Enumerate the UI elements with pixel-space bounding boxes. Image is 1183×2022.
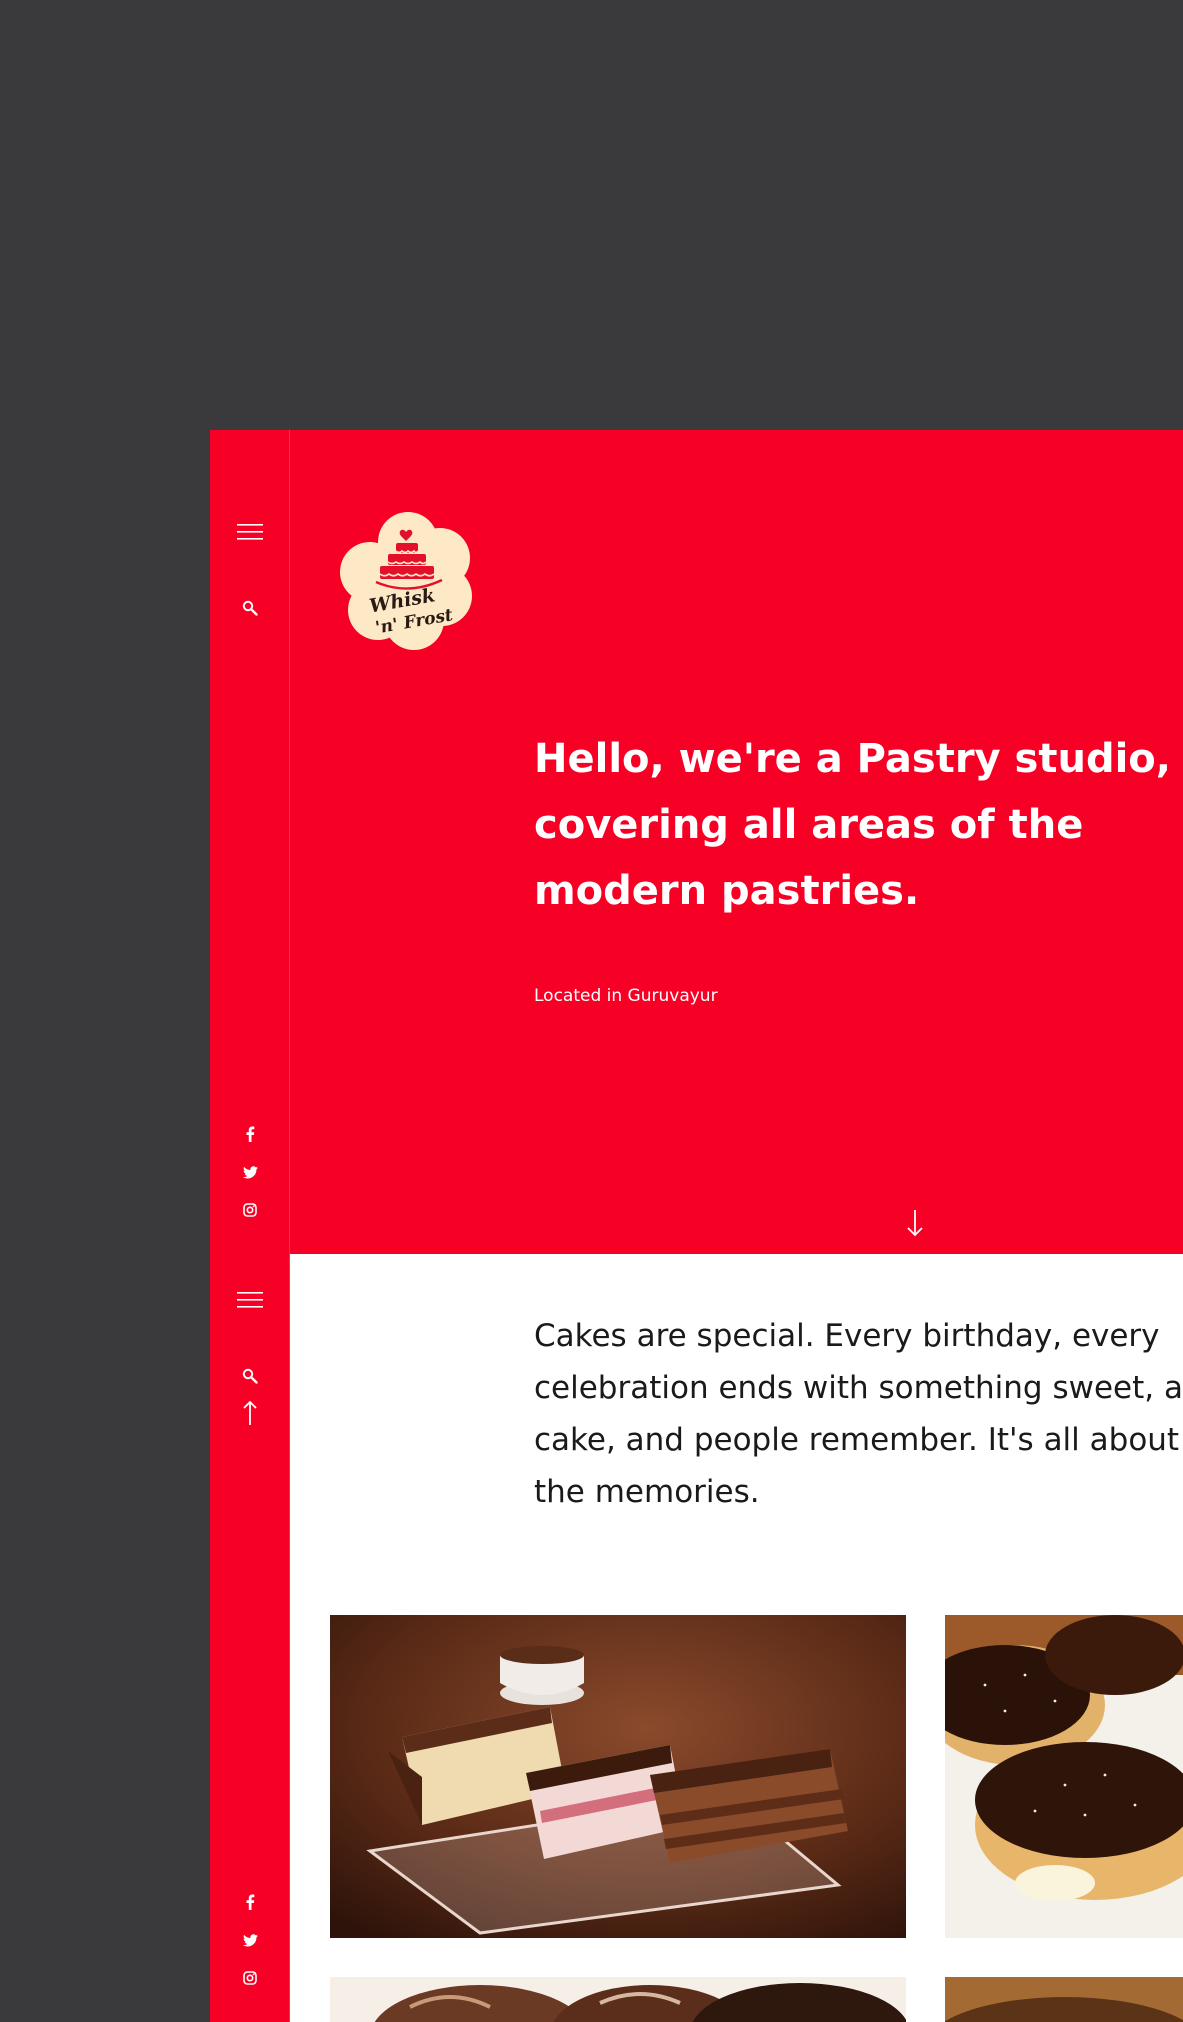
instagram-icon[interactable] bbox=[210, 1200, 290, 1220]
instagram-icon-sticky[interactable] bbox=[210, 1968, 290, 1988]
gallery-item-truffles[interactable] bbox=[330, 1977, 906, 2022]
arrow-up-icon[interactable] bbox=[210, 1398, 290, 1428]
site-page: Whisk 'n' Frost Hello, we're a Pastry st… bbox=[210, 430, 1183, 2022]
menu-icon[interactable] bbox=[210, 520, 290, 544]
hero-title: Hello, we're a Pastry studio, covering a… bbox=[534, 736, 1171, 914]
menu-icon-sticky[interactable] bbox=[210, 1288, 290, 1312]
brand-logo[interactable]: Whisk 'n' Frost bbox=[338, 510, 478, 650]
intro-text: Cakes are special. Every birthday, every… bbox=[534, 1318, 1183, 1510]
twitter-icon[interactable] bbox=[210, 1162, 290, 1182]
facebook-icon-sticky[interactable] bbox=[210, 1892, 290, 1912]
hero-section: Whisk 'n' Frost Hello, we're a Pastry st… bbox=[290, 430, 1183, 1254]
sidebar bbox=[210, 430, 290, 2022]
twitter-icon-sticky[interactable] bbox=[210, 1930, 290, 1950]
arrow-down-icon[interactable] bbox=[904, 1208, 926, 1238]
gallery-item-cake-slices[interactable] bbox=[330, 1615, 906, 1938]
facebook-icon[interactable] bbox=[210, 1124, 290, 1144]
gallery-item-cookies[interactable] bbox=[945, 1977, 1183, 2022]
search-icon-sticky[interactable] bbox=[210, 1364, 290, 1388]
gallery-item-eclairs[interactable] bbox=[945, 1615, 1183, 1938]
search-icon[interactable] bbox=[210, 596, 290, 620]
hero-location: Located in Guruvayur bbox=[534, 986, 718, 1006]
